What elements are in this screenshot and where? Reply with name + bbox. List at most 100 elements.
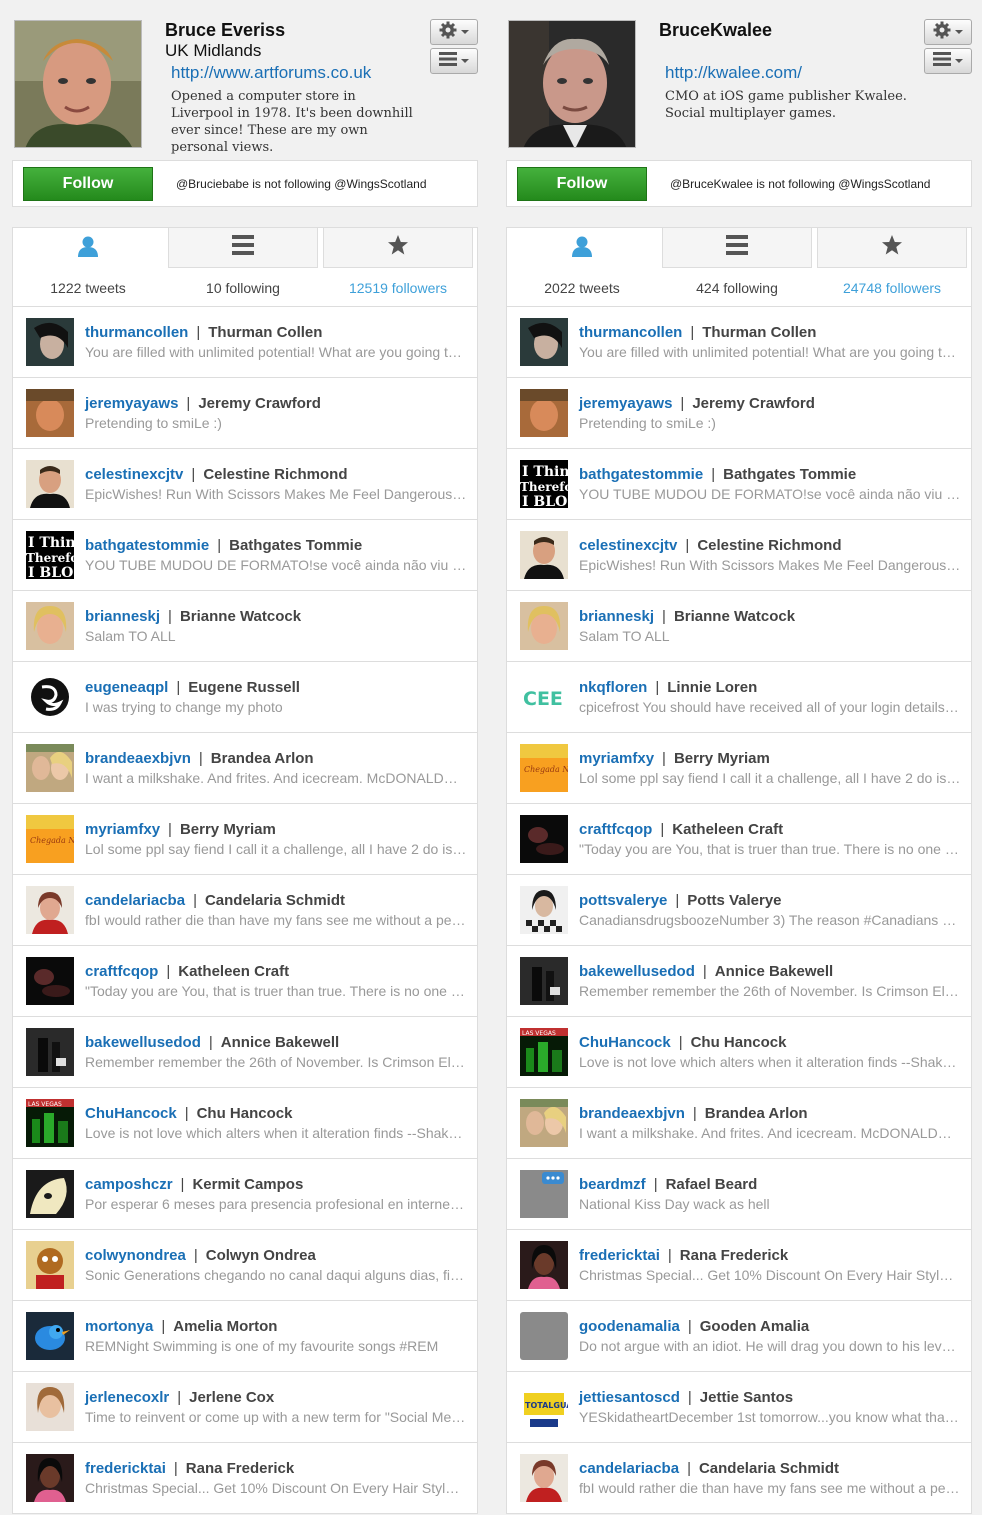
avatar[interactable] [520, 531, 568, 579]
avatar[interactable] [520, 389, 568, 437]
tab-following[interactable]: 424 following [662, 228, 812, 308]
avatar[interactable] [26, 1241, 74, 1289]
avatar[interactable]: I Thin Therefo I BLO [520, 460, 568, 508]
avatar[interactable] [26, 602, 74, 650]
list-item[interactable]: LAS VEGAS ChuHancock | Chu Hancock Love is n… [13, 1088, 477, 1159]
list-item[interactable]: celestinexcjtv | Celestine Richmond EpicWis… [507, 520, 971, 591]
username-link[interactable]: thurmancollen [85, 324, 188, 341]
profile-url[interactable]: http://www.artforums.co.uk [171, 63, 371, 83]
list-item[interactable]: camposhczr | Kermit Campos Por esperar 6 me… [13, 1159, 477, 1230]
username-link[interactable]: jeremyayaws [579, 395, 672, 412]
avatar[interactable]: I Thin Therefo I BLO [26, 531, 74, 579]
profile-avatar[interactable] [508, 20, 636, 148]
settings-dropdown-button[interactable] [430, 19, 478, 45]
username-link[interactable]: jeremyayaws [85, 395, 178, 412]
username-link[interactable]: craftfcqop [579, 821, 652, 838]
avatar[interactable] [520, 1454, 568, 1502]
list-item[interactable]: colwynondrea | Colwyn Ondrea Sonic Generati… [13, 1230, 477, 1301]
avatar[interactable] [520, 1099, 568, 1147]
username-link[interactable]: brianneskj [579, 608, 654, 625]
list-item[interactable]: I Thin Therefo I BLO bathgatestommie | Bathga… [13, 520, 477, 591]
avatar[interactable]: LAS VEGAS [520, 1028, 568, 1076]
avatar[interactable]: LAS VEGAS [26, 1099, 74, 1147]
username-link[interactable]: brianneskj [85, 608, 160, 625]
avatar[interactable] [26, 1312, 74, 1360]
tab-tweets[interactable]: 1222 tweets [13, 228, 163, 308]
username-link[interactable]: craftfcqop [85, 963, 158, 980]
username-link[interactable]: jettiesantoscd [579, 1389, 680, 1406]
username-link[interactable]: myriamfxy [85, 821, 160, 838]
username-link[interactable]: pottsvalerye [579, 892, 667, 909]
list-dropdown-button[interactable] [924, 48, 972, 74]
list-item[interactable]: CEE nkqfloren | Linnie Loren cpicefrost You … [507, 662, 971, 733]
avatar[interactable] [26, 886, 74, 934]
list-item[interactable]: Chegada Nu myriamfxy | Berry Myriam Lol some… [507, 733, 971, 804]
avatar[interactable] [520, 886, 568, 934]
list-item[interactable]: LAS VEGAS ChuHancock | Chu Hancock Love is n… [507, 1017, 971, 1088]
list-item[interactable]: thurmancollen | Thurman Collen You are fill… [507, 307, 971, 378]
followers-count[interactable]: 12519 followers [323, 280, 473, 296]
list-item[interactable]: candelariacba | Candelaria Schmidt fbI woul… [13, 875, 477, 946]
list-item[interactable]: bakewellusedod | Annice Bakewell Remember r… [507, 946, 971, 1017]
follow-button[interactable]: Follow [517, 167, 647, 201]
username-link[interactable]: ChuHancock [85, 1105, 177, 1122]
username-link[interactable]: celestinexcjtv [85, 466, 183, 483]
list-item[interactable]: Chegada Nu myriamfxy | Berry Myriam Lol some… [13, 804, 477, 875]
avatar[interactable] [26, 1383, 74, 1431]
list-item[interactable]: eugeneaqpl | Eugene Russell I was trying to… [13, 662, 477, 733]
list-item[interactable]: brandeaexbjvn | Brandea Arlon I want a milk… [507, 1088, 971, 1159]
username-link[interactable]: brandeaexbjvn [579, 1105, 685, 1122]
avatar[interactable] [26, 1170, 74, 1218]
list-item[interactable]: TOTALGUA jettiesantoscd | Jettie Santos YESk… [507, 1372, 971, 1443]
username-link[interactable]: nkqfloren [579, 679, 647, 696]
avatar[interactable] [520, 1312, 568, 1360]
avatar[interactable] [520, 1170, 568, 1218]
username-link[interactable]: bakewellusedod [579, 963, 695, 980]
avatar[interactable]: TOTALGUA [520, 1383, 568, 1431]
list-item[interactable]: fredericktai | Rana Frederick Christmas Spe… [507, 1230, 971, 1301]
username-link[interactable]: eugeneaqpl [85, 679, 168, 696]
tab-followers[interactable]: 24748 followers [817, 228, 967, 308]
avatar[interactable] [26, 1454, 74, 1502]
list-item[interactable]: brianneskj | Brianne Watcock Salam TO ALL [507, 591, 971, 662]
username-link[interactable]: bakewellusedod [85, 1034, 201, 1051]
profile-avatar[interactable] [14, 20, 142, 148]
avatar[interactable] [520, 957, 568, 1005]
avatar[interactable]: CEE [520, 673, 568, 721]
avatar[interactable] [26, 318, 74, 366]
list-dropdown-button[interactable] [430, 48, 478, 74]
list-item[interactable]: beardmzf | Rafael Beard National Kiss Day w… [507, 1159, 971, 1230]
tab-following[interactable]: 10 following [168, 228, 318, 308]
list-item[interactable]: brandeaexbjvn | Brandea Arlon I want a milk… [13, 733, 477, 804]
profile-url[interactable]: http://kwalee.com/ [665, 63, 802, 83]
avatar[interactable]: Chegada Nu [26, 815, 74, 863]
list-item[interactable]: candelariacba | Candelaria Schmidt fbI woul… [507, 1443, 971, 1514]
avatar[interactable] [26, 957, 74, 1005]
list-item[interactable]: goodenamalia | Gooden Amalia Do not argue w… [507, 1301, 971, 1372]
settings-dropdown-button[interactable] [924, 19, 972, 45]
list-item[interactable]: craftfcqop | Katheleen Craft "Today you are… [13, 946, 477, 1017]
tab-tweets[interactable]: 2022 tweets [507, 228, 657, 308]
avatar[interactable] [520, 815, 568, 863]
username-link[interactable]: fredericktai [579, 1247, 660, 1264]
username-link[interactable]: ChuHancock [579, 1034, 671, 1051]
list-item[interactable]: pottsvalerye | Potts Valerye Canadiansdrugs… [507, 875, 971, 946]
username-link[interactable]: goodenamalia [579, 1318, 680, 1335]
avatar[interactable] [26, 1028, 74, 1076]
avatar[interactable] [26, 673, 74, 721]
username-link[interactable]: beardmzf [579, 1176, 646, 1193]
avatar[interactable] [520, 1241, 568, 1289]
avatar[interactable] [26, 389, 74, 437]
list-item[interactable]: jerlenecoxlr | Jerlene Cox Time to reinvent… [13, 1372, 477, 1443]
list-item[interactable]: brianneskj | Brianne Watcock Salam TO ALL [13, 591, 477, 662]
list-item[interactable]: bakewellusedod | Annice Bakewell Remember r… [13, 1017, 477, 1088]
username-link[interactable]: myriamfxy [579, 750, 654, 767]
username-link[interactable]: fredericktai [85, 1460, 166, 1477]
list-item[interactable]: jeremyayaws | Jeremy Crawford Pretending to… [507, 378, 971, 449]
username-link[interactable]: colwynondrea [85, 1247, 186, 1264]
avatar[interactable]: Chegada Nu [520, 744, 568, 792]
list-item[interactable]: fredericktai | Rana Frederick Christmas Spe… [13, 1443, 477, 1514]
username-link[interactable]: brandeaexbjvn [85, 750, 191, 767]
list-item[interactable]: craftfcqop | Katheleen Craft "Today you are… [507, 804, 971, 875]
avatar[interactable] [26, 744, 74, 792]
